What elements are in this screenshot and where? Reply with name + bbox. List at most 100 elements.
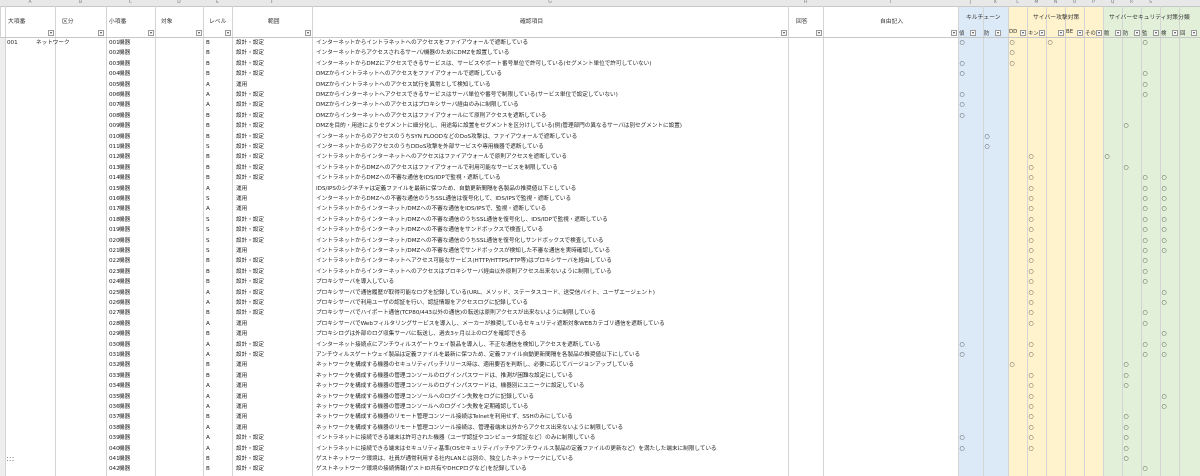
- cell-scope[interactable]: 運用: [236, 412, 247, 422]
- flag-circle[interactable]: ○: [1140, 267, 1150, 277]
- cell-target[interactable]: 機器: [119, 256, 130, 266]
- row-number[interactable]: [0, 214, 5, 226]
- cell-level[interactable]: B: [206, 59, 210, 69]
- cell-category[interactable]: ネットワーク: [36, 38, 70, 48]
- cell-scope[interactable]: 設計・設定: [236, 48, 264, 58]
- flag-circle[interactable]: ○: [1159, 194, 1169, 204]
- table-row[interactable]: 026 機器 A 設計・設定 プロキシサーバで利用ユーザの認証を行い、認証情報をアクセス…: [0, 298, 1200, 309]
- table-row[interactable]: 004 機器 B 設計・設定 DMZからイントラネットへのアクセスをファイアウォールで遮…: [0, 69, 1200, 80]
- flag-circle[interactable]: ○: [1159, 298, 1169, 308]
- flag-circle[interactable]: ○: [1026, 298, 1036, 308]
- cell-check-item[interactable]: イントラネットからインターネット/DMZへの不審な通信のうちSSL通信を復号化し…: [316, 215, 784, 225]
- table-row[interactable]: 028 機器 A 運用 プロキシサーバでWebフィルタリングサービスを導入し、メーカーが…: [0, 318, 1200, 330]
- flag-circle[interactable]: ○: [1026, 204, 1036, 214]
- flag-circle[interactable]: ○: [1026, 152, 1036, 162]
- flag-circle[interactable]: ○: [957, 38, 967, 48]
- cell-level[interactable]: A: [206, 204, 210, 214]
- cell-scope[interactable]: 運用: [236, 80, 247, 90]
- flag-circle[interactable]: ○: [1140, 277, 1150, 287]
- cell-check-item[interactable]: ネットワークを構成する機器の管理コンソールのログインパスワードは、推測が困難な設…: [316, 371, 784, 381]
- flag-circle[interactable]: ○: [1140, 225, 1150, 235]
- cell-level[interactable]: A: [206, 90, 210, 100]
- flag-circle[interactable]: ○: [1159, 329, 1169, 339]
- cell-check-item[interactable]: イントラネットに接続できる端末は許可された機器（ユーザ認証やコンピュータ認証など…: [316, 433, 784, 443]
- table-row[interactable]: 023 機器 B 設計・設定 イントラネットからインターネットへのアクセスはプロキシサー…: [0, 266, 1200, 278]
- row-number[interactable]: [0, 131, 5, 142]
- flag-circle[interactable]: ○: [1159, 184, 1169, 194]
- flag-circle[interactable]: ○: [1026, 433, 1036, 443]
- cell-scope[interactable]: 設計・設定: [236, 277, 264, 287]
- cell-target[interactable]: 機器: [119, 152, 130, 162]
- cell-target[interactable]: 機器: [119, 412, 130, 422]
- flag-filter-button[interactable]: ▾: [1191, 30, 1197, 36]
- cell-target[interactable]: 機器: [119, 132, 130, 142]
- cell-check-item[interactable]: DMZからイントラネットへのアクセス試行を異常として検知している: [316, 80, 784, 90]
- flag-circle[interactable]: ○: [957, 433, 967, 443]
- row-number[interactable]: [0, 381, 5, 392]
- flag-circle[interactable]: ○: [1159, 173, 1169, 183]
- flag-circle[interactable]: ○: [957, 100, 967, 110]
- cell-scope[interactable]: 設計・設定: [236, 111, 264, 121]
- table-row[interactable]: 034 機器 A 運用 ネットワークを構成する機器の管理コンソールのログインパスワードは…: [0, 381, 1200, 392]
- cell-check-item[interactable]: イントラネットからDMZへのアクセスはファイアウォールで利用可能なサービスを制限…: [316, 163, 784, 173]
- flag-circle[interactable]: ○: [1026, 308, 1036, 318]
- table-row[interactable]: 021 機器 S 運用 イントラネットからインターネット/DMZへの不審な通信でサンドボ…: [0, 246, 1200, 257]
- cell-scope[interactable]: 設計・設定: [236, 256, 264, 266]
- flag-circle[interactable]: ○: [1026, 267, 1036, 277]
- cell-target[interactable]: 機器: [119, 142, 130, 152]
- cell-level[interactable]: A: [206, 298, 210, 308]
- filter-dropdown-button[interactable]: ▾: [48, 30, 54, 36]
- row-number[interactable]: [0, 142, 5, 153]
- cell-check-item[interactable]: イントラネットからインターネットへアクセス可能なサービス(HTTP/HTTPS/…: [316, 256, 784, 266]
- flag-circle[interactable]: ○: [1007, 48, 1017, 58]
- cell-target[interactable]: 機器: [119, 80, 130, 90]
- cell-level[interactable]: A: [206, 433, 210, 443]
- column-letter[interactable]: S: [1141, 0, 1160, 6]
- flag-circle[interactable]: ○: [1026, 444, 1036, 454]
- cell-scope[interactable]: 運用: [236, 423, 247, 433]
- flag-circle[interactable]: ○: [1159, 236, 1169, 246]
- flag-circle[interactable]: ○: [1026, 288, 1036, 298]
- cell-level[interactable]: S: [206, 246, 210, 256]
- filter-dropdown-button[interactable]: ▾: [305, 30, 311, 36]
- cell-scope[interactable]: 設計・設定: [236, 90, 264, 100]
- flag-circle[interactable]: ○: [1121, 444, 1131, 454]
- table-row[interactable]: 024 機器 B 設計・設定 プロキシサーバを導入している ○ ○: [0, 277, 1200, 288]
- flag-circle[interactable]: ○: [1159, 350, 1169, 360]
- column-letter[interactable]: J: [958, 0, 983, 6]
- cell-level[interactable]: S: [206, 194, 210, 204]
- cell-check-item[interactable]: インターネットからイントラネットへのアクセスをファイアウォールで遮断している: [316, 38, 784, 48]
- flag-circle[interactable]: ○: [1140, 319, 1150, 329]
- row-number[interactable]: [0, 412, 5, 423]
- flag-circle[interactable]: ○: [1159, 246, 1169, 256]
- flag-circle[interactable]: ○: [1159, 204, 1169, 214]
- cell-scope[interactable]: 運用: [236, 204, 247, 214]
- column-letter[interactable]: G: [312, 0, 788, 6]
- table-row[interactable]: 002 機器 B 設計・設定 インターネットからアクセスされるサーバ/機器のためにDMZ…: [0, 48, 1200, 59]
- flag-circle[interactable]: ○: [1140, 236, 1150, 246]
- column-letter[interactable]: O: [1065, 0, 1084, 6]
- cell-check-item[interactable]: ネットワークを構成する機器のリモート管理コンソール接続は、管理者端末以外からアク…: [316, 423, 784, 433]
- cell-target[interactable]: 機器: [119, 329, 130, 339]
- cell-target[interactable]: 機器: [119, 360, 130, 370]
- flag-circle[interactable]: ○: [1159, 340, 1169, 350]
- flag-circle[interactable]: ○: [957, 350, 967, 360]
- flag-circle[interactable]: ○: [1026, 184, 1036, 194]
- cell-check-item[interactable]: ゲストネットワーク環境は、社員が通常利用する社内LANとは別の、独立したネットワ…: [316, 454, 784, 464]
- cell-target[interactable]: 機器: [119, 423, 130, 433]
- cell-check-item[interactable]: イントラネットからインターネットへのアクセスはプロキシサーバ経由以外原則アクセス…: [316, 267, 784, 277]
- table-row[interactable]: 040 機器 A 設計・設定 イントラネットに接続できる端末はセキュリティ基準(OSセキ…: [0, 443, 1200, 454]
- cell-check-item[interactable]: プロキシログは外部のログ収集サーバに転送し、過去3ヶ月以上のログを確認できる: [316, 329, 784, 339]
- flag-circle[interactable]: ○: [1140, 173, 1150, 183]
- cell-level[interactable]: B: [206, 329, 210, 339]
- cell-level[interactable]: B: [206, 464, 210, 474]
- cell-target[interactable]: 機器: [119, 90, 130, 100]
- cell-scope[interactable]: 設計・設定: [236, 433, 264, 443]
- cell-scope[interactable]: 運用: [236, 329, 247, 339]
- cell-check-item[interactable]: インターネットからのアクセスのうちDDoS攻撃を外部サービスや専用機器で遮断して…: [316, 142, 784, 152]
- cell-scope[interactable]: 設計・設定: [236, 288, 264, 298]
- flag-circle[interactable]: ○: [1140, 256, 1150, 266]
- cell-target[interactable]: 機器: [119, 246, 130, 256]
- table-row[interactable]: 042 機器 B 設計・設定 ゲストネットワーク環境の接続情報(ゲストID共有やDHCP…: [0, 464, 1200, 475]
- cell-target[interactable]: 機器: [119, 454, 130, 464]
